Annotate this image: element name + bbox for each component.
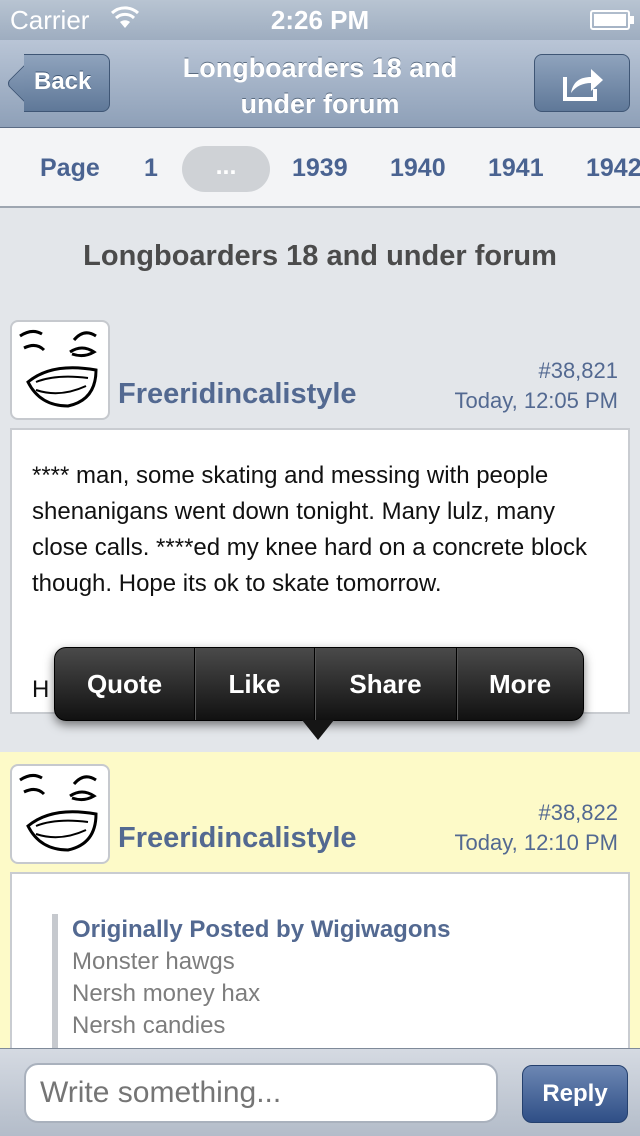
avatar[interactable] [10,764,110,864]
page-link-1[interactable]: 1 [144,154,158,183]
post-date: Today, 12:10 PM [454,830,618,855]
page-jump-button[interactable]: ... [182,146,270,192]
page-link-1939[interactable]: 1939 [292,154,348,183]
page-label: Page [40,154,100,182]
quote-line: Monster hawgs [72,948,235,975]
share-icon [563,69,603,101]
troll-face-avatar-icon [19,773,98,852]
post-body[interactable]: Originally Posted by Wigiwagons Monster … [10,872,630,1064]
battery-icon [590,10,634,30]
page-title: Longboarders 18 and under forum [182,53,458,119]
reply-button[interactable]: Reply [522,1065,628,1123]
post-username[interactable]: Freeridincalistyle [118,378,357,411]
share-menu-item[interactable]: Share [315,648,457,720]
post-text-continued: H [32,676,50,703]
post-username[interactable]: Freeridincalistyle [118,822,357,855]
clock: 2:26 PM [270,5,370,35]
post-date: Today, 12:05 PM [454,388,618,413]
post-number: #38,822 [538,800,618,825]
compose-bar: Reply [0,1048,640,1136]
like-menu-item[interactable]: Like [195,648,315,720]
page-link-1941[interactable]: 1941 [488,154,544,183]
quote-author[interactable]: Originally Posted by Wigiwagons [72,914,451,946]
quote-menu-item[interactable]: Quote [55,648,195,720]
page-link-1942[interactable]: 1942 [586,154,640,183]
page-navigator: Page 1 ... 1939 1940 1941 1942 [0,128,640,208]
troll-face-avatar-icon [19,329,98,408]
more-menu-item[interactable]: More [457,648,583,720]
navigation-bar: Back Longboarders 18 and under forum [0,40,640,128]
share-button[interactable] [534,54,630,112]
compose-input[interactable] [24,1063,498,1123]
status-bar: Carrier 2:26 PM [0,0,640,40]
thread-title: Longboarders 18 and under forum [83,240,557,272]
back-button-label: Back [34,68,92,95]
quote-line: Nersh money hax [72,980,261,1007]
back-button[interactable]: Back [5,54,110,113]
post-highlighted: Freeridincalistyle #38,822 Today, 12:10 … [0,752,640,1064]
page-link-1940[interactable]: 1940 [390,154,446,183]
quote-line: Nersh candies [72,1012,226,1039]
post-action-menu: Quote Like Share More [54,647,584,721]
quote-block: Originally Posted by Wigiwagons Monster … [52,914,451,1064]
post-number: #38,821 [538,358,618,383]
post-text: **** man, some skating and messing with … [32,462,587,597]
avatar[interactable] [10,320,110,420]
popup-pointer [302,720,334,740]
